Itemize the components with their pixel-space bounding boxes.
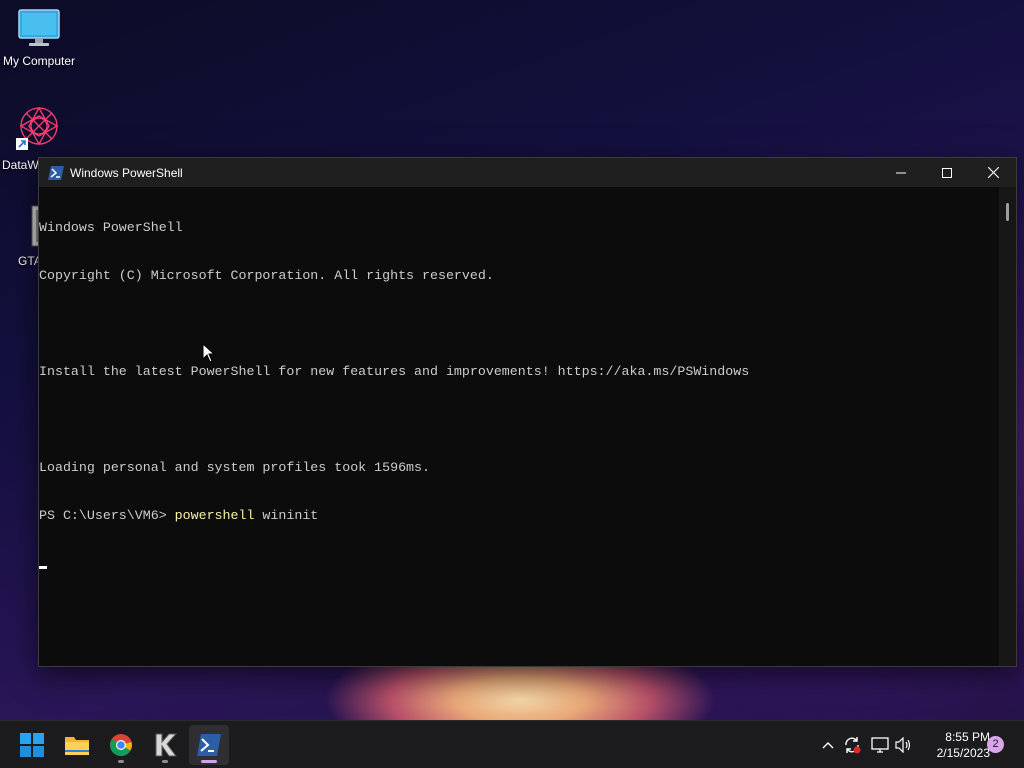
clock-time: 8:55 PM [945,730,990,744]
monitor-icon [18,9,60,46]
minimize-button[interactable] [878,158,924,187]
command-text: powershell [174,508,255,523]
command-argument: wininit [254,508,319,523]
speaker-icon [895,737,911,753]
sync-alert-icon [845,737,861,754]
show-hidden-icons-button[interactable] [818,721,838,768]
vertical-scrollbar[interactable] [999,187,1016,666]
chrome-button[interactable] [101,725,141,765]
windows-logo-icon [20,733,44,757]
console-line: Loading personal and system profiles too… [39,460,430,475]
start-button[interactable] [12,725,52,765]
desktop-icon-label: My Computer [2,54,76,68]
console-line: Windows PowerShell [39,220,183,235]
maximize-icon [942,167,952,178]
window-title: Windows PowerShell [70,165,183,180]
running-indicator [162,760,168,763]
desktop-icon-my-computer[interactable]: My Computer [0,8,78,68]
console-line: Install the latest PowerShell for new fe… [39,364,750,379]
dataw-logo-icon [16,106,59,150]
title-bar[interactable]: Windows PowerShell [39,158,1016,187]
console-line: Copyright (C) Microsoft Corporation. All… [39,268,494,283]
powershell-taskbar-button[interactable] [189,725,229,765]
powershell-icon [197,734,221,756]
prompt: PS C:\Users\VM6> [39,508,175,523]
chevron-up-icon [822,742,834,749]
powershell-icon [48,165,64,180]
minimize-icon [896,172,906,173]
clock[interactable]: 8:55 PM 2/15/2023 [918,729,990,761]
close-button[interactable] [970,158,1016,187]
folder-icon [65,737,89,755]
text-cursor [39,566,47,569]
maximize-button[interactable] [924,158,970,187]
volume-tray-button[interactable] [893,721,915,768]
file-explorer-button[interactable] [57,725,97,765]
close-icon [987,167,999,178]
scrollbar-thumb[interactable] [1006,203,1009,221]
taskbar: 8:55 PM 2/15/2023 [0,720,1024,768]
clock-date: 2/15/2023 [936,746,990,760]
sync-tray-button[interactable] [842,721,862,768]
chrome-icon [110,734,132,756]
console-output[interactable]: Windows PowerShell Copyright (C) Microso… [39,187,999,666]
powershell-window[interactable]: Windows PowerShell Windows PowerShell Co… [38,157,1017,667]
k-app-button[interactable] [145,725,185,765]
command-line: PS C:\Users\VM6> powershell wininit [39,508,999,524]
input-line[interactable] [39,556,999,572]
notification-badge[interactable]: 2 [987,736,1004,753]
active-indicator [201,760,217,763]
running-indicator [118,760,124,763]
network-tray-button[interactable] [869,721,891,768]
k-app-icon [155,733,177,757]
network-icon [871,737,889,753]
mouse-pointer-icon [202,343,216,363]
